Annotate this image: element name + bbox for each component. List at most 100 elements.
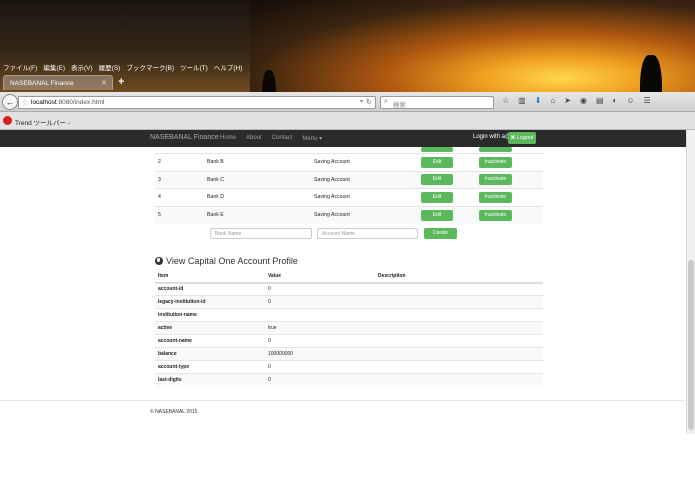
search-icon: ⌕: [384, 98, 388, 105]
inactivate-button[interactable]: [479, 147, 512, 152]
menu-help[interactable]: ヘルプ(H): [214, 62, 243, 72]
table-row: last-digits 0: [155, 373, 543, 387]
menu-file[interactable]: ファイル(F): [3, 62, 37, 72]
web-page: NASEBANAL Finance Home About Contact Men…: [0, 130, 686, 434]
reload-icon[interactable]: ↻: [366, 98, 372, 106]
edit-button[interactable]: Edit: [421, 191, 453, 203]
menu-tools[interactable]: ツール(T): [180, 62, 208, 72]
profile-value: 100000000: [265, 347, 375, 361]
profile-description: [375, 295, 543, 309]
row-bank-name: Bank D: [207, 188, 314, 206]
toolbar-icons: ☆ ▥ ⬇ ⌂ ➤ ◉ ▤ ◐ ☺ ☰: [502, 96, 651, 105]
smiley-icon[interactable]: ☺: [626, 96, 634, 105]
scrollbar-thumb[interactable]: [688, 260, 694, 430]
profile-description: [375, 373, 543, 387]
menu-edit[interactable]: 編集(E): [43, 62, 65, 72]
profile-heading: View Capital One Account Profile: [155, 256, 543, 266]
table-row: 3 Bank C Saving Account Edit Inactivate: [155, 170, 543, 189]
row-bank-name: Bank E: [207, 205, 314, 224]
nav-links: Home About Contact Menu ▾: [220, 135, 322, 142]
profile-item: balance: [155, 347, 265, 361]
trend-toolbar-label[interactable]: Trend ツールバー -: [15, 117, 70, 127]
page-info-icon[interactable]: ⓘ: [22, 99, 28, 108]
nav-about[interactable]: About: [246, 135, 262, 142]
profile-item: account-type: [155, 360, 265, 374]
edit-button[interactable]: Edit: [421, 209, 453, 221]
menu-bookmarks[interactable]: ブックマーク(B): [126, 62, 174, 72]
table-row: 5 Bank E Saving Account Edit Inactivate: [155, 205, 543, 224]
brand-link[interactable]: NASEBANAL Finance: [150, 134, 219, 141]
browser-toolbar: ⓘ localhost:8080/index.html ▾ ↻ ← ⌕ 検索 ☆…: [0, 92, 695, 112]
url-path: :8080/index.html: [56, 99, 105, 106]
edit-button[interactable]: Edit: [421, 174, 453, 186]
tab-title: NASEBANAL Finance: [10, 80, 74, 87]
close-icon[interactable]: ✕: [101, 79, 107, 87]
row-id: 3: [155, 170, 207, 189]
inactivate-button[interactable]: Inactivate: [479, 209, 512, 221]
home-icon[interactable]: ⌂: [550, 96, 555, 105]
row-id: 4: [155, 188, 207, 206]
table-header: Item Value Description: [155, 269, 543, 284]
search-input[interactable]: ⌕ 検索: [380, 96, 494, 109]
arrow-left-icon: ←: [5, 97, 15, 107]
footer-copyright: © NASEBANAL 2015: [150, 409, 198, 415]
nav-home[interactable]: Home: [220, 135, 236, 142]
table-row: 2 Bank B Saving Account Edit Inactivate: [155, 153, 543, 171]
row-id: 2: [155, 153, 207, 171]
download-icon[interactable]: ⬇: [535, 96, 542, 105]
send-icon[interactable]: ➤: [564, 96, 571, 105]
url-bar[interactable]: ⓘ localhost:8080/index.html ▾ ↻: [18, 96, 376, 109]
sync-icon[interactable]: ◉: [580, 96, 587, 105]
profile-value: [265, 308, 375, 322]
inactivate-button[interactable]: Inactivate: [479, 191, 512, 203]
row-account-name: Saving Account: [314, 153, 421, 171]
library-icon[interactable]: ▥: [518, 96, 526, 105]
pocket-icon[interactable]: ▤: [596, 96, 604, 105]
table-row: legacy-institution-id 0: [155, 295, 543, 309]
row-account-name: Saving Account: [314, 170, 421, 189]
profile-item: last-digits: [155, 373, 265, 387]
profile-description: [375, 347, 543, 361]
table-row: 4 Bank D Saving Account Edit Inactivate: [155, 188, 543, 206]
back-button[interactable]: ←: [2, 94, 18, 110]
app-navbar: NASEBANAL Finance Home About Contact Men…: [0, 130, 686, 147]
menu-history[interactable]: 履歴(S): [99, 62, 121, 72]
addon-icon[interactable]: ◐: [613, 96, 618, 105]
browser-tab[interactable]: NASEBANAL Finance ✕: [3, 75, 113, 90]
search-placeholder: 検索: [393, 102, 406, 109]
hamburger-menu-icon[interactable]: ☰: [644, 96, 651, 105]
edit-button[interactable]: Edit: [421, 156, 453, 168]
edit-button[interactable]: [421, 147, 453, 152]
bookmark-star-icon[interactable]: ☆: [502, 96, 509, 105]
table-row: active true: [155, 321, 543, 335]
row-id: 5: [155, 205, 207, 224]
footer-divider: [0, 400, 686, 401]
new-bank-form: Bank Name Account Name Create: [155, 224, 543, 244]
header-value: Value: [265, 269, 375, 284]
row-account-name: Saving Account: [314, 188, 421, 206]
header-description: Description: [375, 269, 543, 284]
new-tab-button[interactable]: +: [118, 76, 124, 88]
menu-view[interactable]: 表示(V): [71, 62, 93, 72]
logout-button[interactable]: ✖ Logout: [508, 132, 536, 144]
profile-item: legacy-institution-id: [155, 295, 265, 309]
inactivate-button[interactable]: Inactivate: [479, 174, 512, 186]
profile-table: Item Value Description account-id 0 lega…: [155, 269, 543, 387]
browser-header: ファイル(F) 編集(E) 表示(V) 履歴(S) ブックマーク(B) ツール(…: [0, 0, 695, 130]
bookmark-bar: Trend ツールバー -: [0, 112, 695, 130]
row-bank-name: Bank C: [207, 170, 314, 189]
nav-menu-dropdown[interactable]: Menu ▾: [302, 135, 322, 142]
inactivate-button[interactable]: Inactivate: [479, 156, 512, 168]
profile-description: [375, 360, 543, 374]
account-name-placeholder: Account Name: [322, 230, 355, 237]
account-name-input[interactable]: Account Name: [317, 227, 418, 239]
table-row: account-name 0: [155, 334, 543, 348]
trend-logo-icon: [3, 116, 12, 125]
bank-name-input[interactable]: Bank Name: [210, 227, 312, 239]
page-scrollbar[interactable]: [686, 130, 695, 434]
bank-accounts-table: 2 Bank B Saving Account Edit Inactivate …: [155, 147, 543, 224]
dropdown-icon[interactable]: ▾: [360, 98, 363, 105]
bank-name-placeholder: Bank Name: [215, 230, 242, 237]
create-button[interactable]: Create: [424, 227, 457, 239]
nav-contact[interactable]: Contact: [272, 135, 293, 142]
